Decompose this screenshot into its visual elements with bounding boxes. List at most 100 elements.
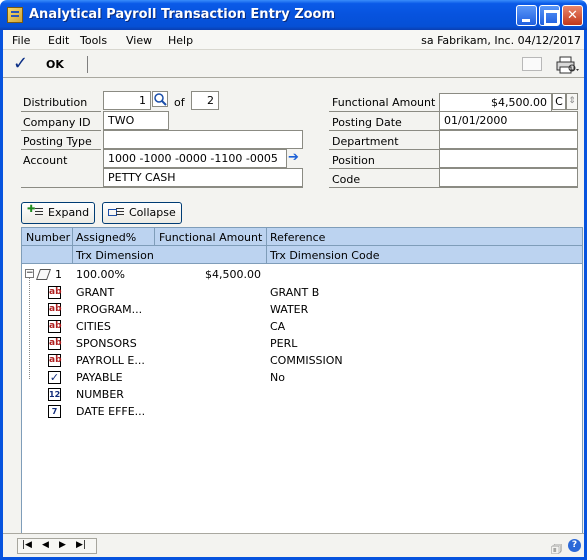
help-icon[interactable]: ?	[568, 539, 581, 552]
expand-button[interactable]: Expand	[21, 202, 96, 224]
minimize-button[interactable]	[516, 5, 537, 26]
ok-button[interactable]: OK	[46, 58, 64, 71]
col-functional-amount[interactable]: Functional Amount	[159, 231, 262, 244]
currency-button[interactable]: C	[552, 93, 566, 110]
dimension-row[interactable]: ab PROGRAM... WATER	[22, 301, 582, 318]
collapse-label: Collapse	[129, 206, 176, 219]
menu-file[interactable]: File	[12, 34, 30, 47]
note-icon[interactable]: 🗊	[551, 540, 562, 560]
last-record-icon[interactable]: ▶|	[76, 540, 86, 550]
department-label: Department	[332, 135, 399, 148]
yes-no-dimension-icon: ✓	[48, 371, 61, 384]
dimension-code: COMMISSION	[270, 354, 343, 367]
row-assigned: 100.00%	[76, 268, 125, 281]
posting-type-label: Posting Type	[23, 135, 92, 148]
grid-header-row-1: Number Assigned% Functional Amount Refer…	[22, 228, 582, 246]
collapse-button[interactable]: Collapse	[102, 202, 182, 224]
row-number: 1	[55, 268, 62, 281]
note-icon[interactable]	[522, 57, 542, 71]
arrow-right-icon[interactable]: ➔	[288, 151, 302, 165]
posting-type-field[interactable]	[103, 130, 303, 149]
dimension-row[interactable]: 7 DATE EFFE...	[22, 403, 582, 420]
position-label: Position	[332, 154, 375, 167]
col-trx-dimension-code[interactable]: Trx Dimension Code	[270, 249, 379, 262]
tree-collapse-icon[interactable]: −	[25, 269, 34, 278]
lookup-icon[interactable]	[152, 91, 168, 107]
dimension-name: GRANT	[76, 286, 115, 299]
company-id-label: Company ID	[23, 116, 91, 129]
app-icon	[7, 7, 23, 23]
dimension-row[interactable]: ab GRANT GRANT B	[22, 284, 582, 301]
dimension-name: PAYROLL E...	[76, 354, 145, 367]
text-dimension-icon: ab	[48, 303, 62, 316]
dimension-row[interactable]: ab PAYROLL E... COMMISSION	[22, 352, 582, 369]
col-trx-dimension[interactable]: Trx Dimension	[76, 249, 154, 262]
position-field	[439, 149, 578, 168]
dimension-name: DATE EFFE...	[76, 405, 146, 418]
expand-label: Expand	[48, 206, 90, 219]
maximize-button[interactable]	[539, 5, 560, 26]
col-assigned[interactable]: Assigned%	[76, 231, 136, 244]
menu-bar: File Edit Tools View Help sa Fabrikam, I…	[3, 30, 584, 50]
toolbar: ✓ OK	[3, 51, 584, 78]
toolbar-separator	[87, 56, 88, 73]
posting-date-field: 01/01/2000	[439, 111, 578, 130]
window-body: File Edit Tools View Help sa Fabrikam, I…	[0, 30, 587, 560]
dimension-row[interactable]: ✓ PAYABLE No	[22, 369, 582, 386]
table-row[interactable]: − 1 100.00% $4,500.00	[22, 267, 582, 283]
expand-icon	[27, 204, 43, 218]
dimension-name: PROGRAM...	[76, 303, 143, 316]
code-label: Code	[332, 173, 361, 186]
menu-tools[interactable]: Tools	[80, 34, 107, 47]
dimension-code: No	[270, 371, 285, 384]
company-id-field[interactable]: TWO	[103, 111, 169, 130]
account-label: Account	[23, 154, 68, 167]
dimension-row[interactable]: ab SPONSORS PERL	[22, 335, 582, 352]
text-dimension-icon: ab	[48, 354, 62, 367]
functional-amount-field: $4,500.00	[439, 93, 552, 112]
divider	[329, 111, 439, 112]
status-bar: |◀ ◀ ▶ ▶| 🗊 ?	[3, 533, 584, 557]
dimension-grid[interactable]: Number Assigned% Functional Amount Refer…	[21, 227, 583, 534]
next-record-icon[interactable]: ▶	[59, 540, 66, 550]
col-number[interactable]: Number	[26, 231, 70, 244]
dimension-name: SPONSORS	[76, 337, 137, 350]
previous-record-icon[interactable]: ◀	[42, 540, 49, 550]
dimension-name: NUMBER	[76, 388, 124, 401]
dimension-row[interactable]: ab CITIES CA	[22, 318, 582, 335]
code-field	[439, 168, 578, 187]
menu-edit[interactable]: Edit	[48, 34, 69, 47]
column-separator	[72, 228, 73, 246]
currency-expand-icon[interactable]: ⇕	[566, 93, 578, 110]
dimension-name: PAYABLE	[76, 371, 123, 384]
close-button[interactable]: ✕	[562, 5, 583, 26]
distribution-total-field: 2	[191, 91, 219, 110]
first-record-icon[interactable]: |◀	[22, 540, 32, 550]
dimension-code: CA	[270, 320, 286, 333]
functional-amount-label: Functional Amount	[332, 96, 436, 109]
divider	[21, 111, 101, 112]
dimension-code: GRANT B	[270, 286, 320, 299]
date-dimension-icon: 7	[48, 405, 61, 418]
menu-help[interactable]: Help	[168, 34, 193, 47]
text-dimension-icon: ab	[48, 337, 62, 350]
dimension-code: PERL	[270, 337, 298, 350]
divider	[21, 130, 101, 131]
column-separator	[154, 228, 155, 246]
user-company-date: sa Fabrikam, Inc. 04/12/2017	[421, 34, 581, 47]
distribution-node-icon	[35, 269, 52, 280]
grid-header-row-2: Trx Dimension Trx Dimension Code	[22, 246, 582, 264]
dimension-name: CITIES	[76, 320, 111, 333]
column-separator	[266, 246, 267, 264]
distribution-field[interactable]: 1	[103, 91, 151, 110]
menu-view[interactable]: View	[126, 34, 152, 47]
checkmark-icon[interactable]: ✓	[13, 53, 28, 74]
column-separator	[266, 228, 267, 246]
dimension-row[interactable]: 12 NUMBER	[22, 386, 582, 403]
print-icon[interactable]	[556, 56, 580, 74]
col-reference[interactable]: Reference	[270, 231, 325, 244]
account-field[interactable]: 1000 -1000 -0000 -1100 -0005	[103, 149, 287, 168]
text-dimension-icon: ab	[48, 286, 62, 299]
window-titlebar[interactable]: Analytical Payroll Transaction Entry Zoo…	[0, 0, 587, 30]
of-label: of	[174, 96, 185, 109]
